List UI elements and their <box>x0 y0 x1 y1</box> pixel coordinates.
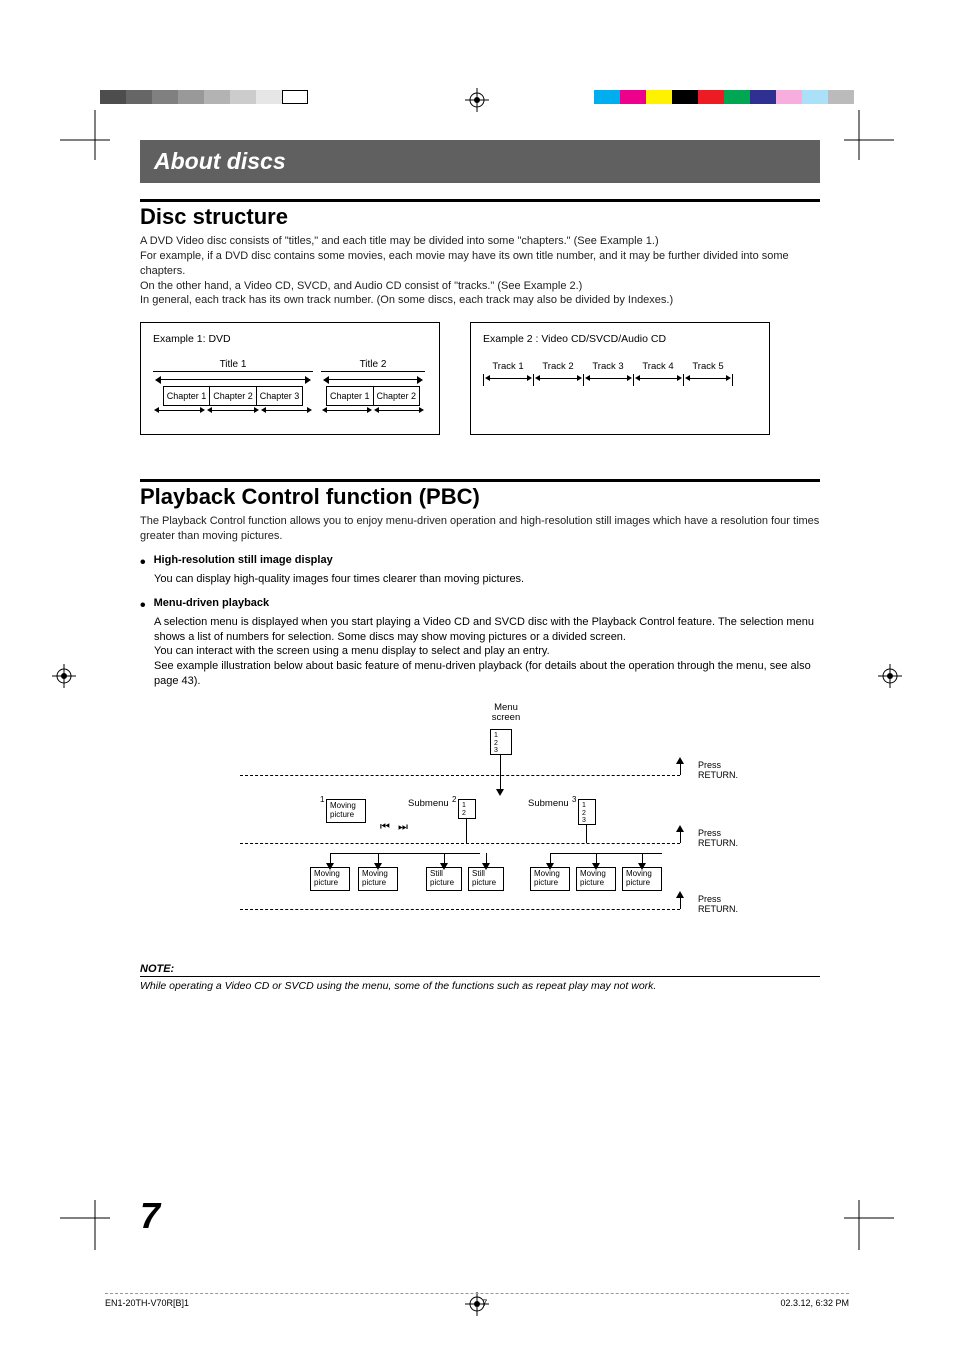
next-icon: ⏭ <box>398 821 408 833</box>
num-label: 2 <box>452 795 456 804</box>
bullet-body: You can interact with the screen using a… <box>154 644 820 659</box>
chapter-cell: Chapter 3 <box>257 387 303 405</box>
track-label: Track 1 <box>483 361 533 372</box>
submenu-box: 1 2 3 <box>578 799 596 825</box>
bullet-body: See example illustration below about bas… <box>154 659 820 689</box>
divider <box>140 976 820 977</box>
track-label: Track 2 <box>533 361 583 372</box>
body-text: For example, if a DVD disc contains some… <box>140 249 820 279</box>
bullet-body: You can display high-quality images four… <box>154 572 820 587</box>
moving-picture-box: Moving picture <box>326 799 366 823</box>
moving-picture-box: Moving picture <box>310 867 350 891</box>
num-label: 1 <box>320 795 324 804</box>
submenu-label: Submenu <box>528 799 569 809</box>
track-label: Track 3 <box>583 361 633 372</box>
divider <box>140 199 820 202</box>
registration-marks-left <box>100 90 308 108</box>
footer: EN1-20TH-V70R[B]1 7 02.3.12, 6:32 PM <box>105 1293 849 1308</box>
title-2-label: Title 2 <box>321 359 425 372</box>
moving-picture-box: Moving picture <box>530 867 570 891</box>
chapter-cell: Chapter 1 <box>164 387 211 405</box>
bullet-title: High-resolution still image display <box>154 554 333 572</box>
menu-screen-label: Menu screen <box>476 703 536 724</box>
track-label: Track 5 <box>683 361 733 372</box>
registration-cross-icon <box>878 664 902 688</box>
submenu-box: 1 2 <box>458 799 476 819</box>
still-picture-box: Still picture <box>426 867 462 891</box>
footer-page: 7 <box>482 1298 487 1308</box>
page-number: 7 <box>140 1195 160 1237</box>
num-label: 3 <box>572 795 576 804</box>
registration-marks-right <box>594 90 854 108</box>
chapter-cell: Chapter 2 <box>210 387 257 405</box>
chapter-cell: Chapter 1 <box>327 387 374 405</box>
divider <box>140 479 820 482</box>
note-body: While operating a Video CD or SVCD using… <box>140 980 820 992</box>
body-text: A DVD Video disc consists of "titles," a… <box>140 234 820 249</box>
prev-icon: ⏮ <box>380 821 390 833</box>
submenu-label: Submenu <box>408 799 449 809</box>
moving-picture-box: Moving picture <box>576 867 616 891</box>
menu-box: 1 2 3 <box>490 729 512 755</box>
example-2-diagram: Example 2 : Video CD/SVCD/Audio CD Track… <box>470 322 770 435</box>
example-label: Example 2 : Video CD/SVCD/Audio CD <box>483 333 757 345</box>
body-text: In general, each track has its own track… <box>140 293 820 308</box>
footer-doc-id: EN1-20TH-V70R[B]1 <box>105 1298 189 1308</box>
example-label: Example 1: DVD <box>153 333 427 345</box>
press-return-label: Press RETURN. <box>698 761 738 781</box>
moving-picture-box: Moving picture <box>358 867 398 891</box>
still-picture-box: Still picture <box>468 867 504 891</box>
section-banner: About discs <box>140 140 820 183</box>
bullet-title: Menu-driven playback <box>154 597 270 615</box>
bullet-body: A selection menu is displayed when you s… <box>154 615 820 645</box>
footer-timestamp: 02.3.12, 6:32 PM <box>780 1298 849 1308</box>
registration-cross-icon <box>52 664 76 688</box>
track-label: Track 4 <box>633 361 683 372</box>
press-return-label: Press RETURN. <box>698 829 738 849</box>
note-heading: NOTE: <box>140 963 820 975</box>
body-text: On the other hand, a Video CD, SVCD, and… <box>140 279 820 294</box>
title-1-label: Title 1 <box>153 359 313 372</box>
heading-pbc: Playback Control function (PBC) <box>140 484 820 510</box>
moving-picture-box: Moving picture <box>622 867 662 891</box>
registration-cross-icon <box>465 88 489 112</box>
pbc-menu-diagram: Menu screen 1 2 3 1 Moving picture Subme… <box>230 703 790 943</box>
heading-disc-structure: Disc structure <box>140 204 820 230</box>
chapter-cell: Chapter 2 <box>374 387 420 405</box>
press-return-label: Press RETURN. <box>698 895 738 915</box>
body-text: The Playback Control function allows you… <box>140 514 820 544</box>
example-1-diagram: Example 1: DVD Title 1 Chapter 1 Chapter… <box>140 322 440 435</box>
